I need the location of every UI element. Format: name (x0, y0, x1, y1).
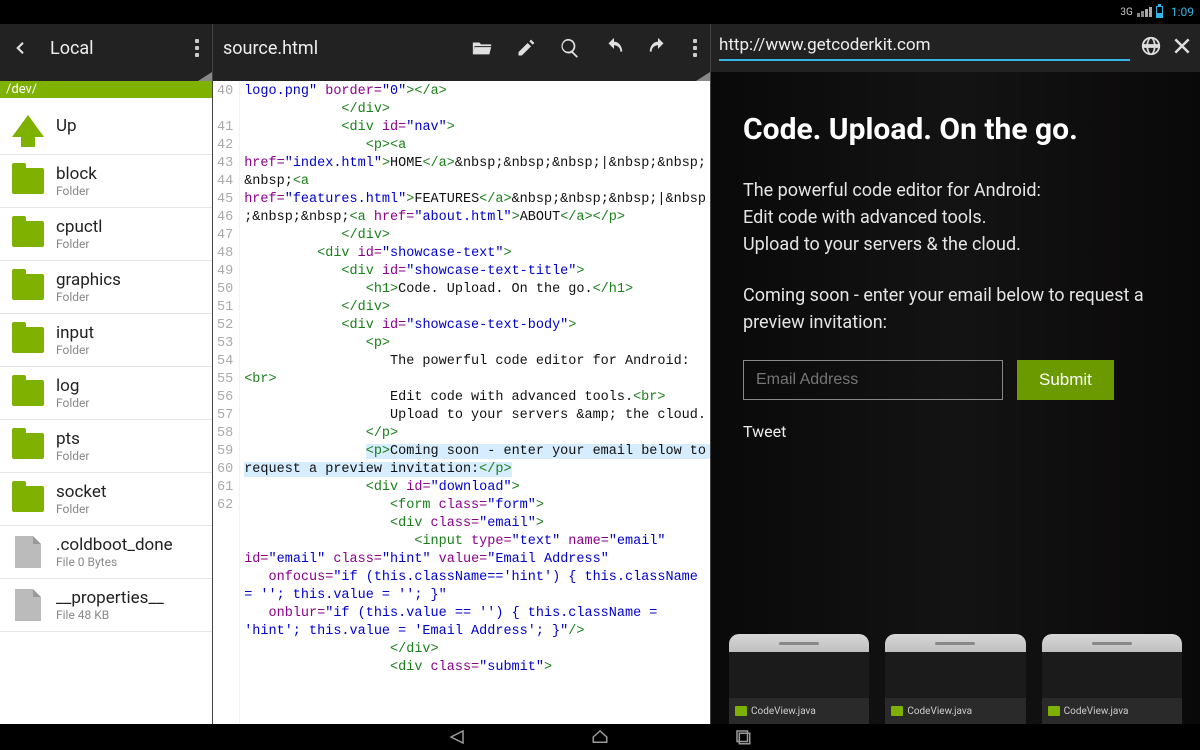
edit-button[interactable] (504, 24, 548, 72)
nav-home-icon[interactable] (588, 728, 612, 746)
list-item[interactable]: logFolder (0, 367, 212, 420)
file-browser-pane: Local /dev/ Up blockFolder cpuctlFolder … (0, 24, 212, 724)
close-icon (1172, 36, 1192, 56)
folder-icon (12, 327, 44, 353)
file-browser-title: Local (40, 38, 182, 59)
up-arrow-icon (12, 115, 44, 137)
email-field[interactable] (743, 360, 1003, 400)
chevron-left-icon (11, 39, 29, 57)
list-item[interactable]: graphicsFolder (0, 261, 212, 314)
preview-pane: http://www.getcoderkit.com Code. Upload.… (710, 24, 1200, 724)
list-item[interactable]: blockFolder (0, 155, 212, 208)
search-button[interactable] (548, 24, 592, 72)
file-browser-toolbar: Local (0, 24, 212, 72)
tweet-link[interactable]: Tweet (743, 422, 1168, 441)
tab-indicator (0, 72, 212, 81)
preview-url-bar: http://www.getcoderkit.com (711, 24, 1200, 72)
undo-icon (603, 37, 625, 59)
list-item[interactable]: ptsFolder (0, 420, 212, 473)
back-button[interactable] (0, 39, 40, 57)
preview-headline: Code. Upload. On the go. (743, 112, 1168, 147)
editor-toolbar: source.html (213, 24, 710, 72)
folder-icon (12, 380, 44, 406)
overflow-menu-button[interactable] (182, 39, 212, 57)
list-item[interactable]: inputFolder (0, 314, 212, 367)
open-button[interactable] (460, 24, 504, 72)
search-icon (559, 37, 581, 59)
folder-icon (735, 706, 747, 716)
redo-button[interactable] (636, 24, 680, 72)
pencil-icon (516, 38, 536, 58)
submit-button[interactable]: Submit (1017, 360, 1114, 400)
folder-icon (1048, 706, 1060, 716)
up-directory[interactable]: Up (0, 98, 212, 155)
preview-body-1: The powerful code editor for Android:Edi… (743, 177, 1168, 258)
globe-button[interactable] (1140, 35, 1162, 61)
list-item[interactable]: .coldboot_doneFile 0 Bytes (0, 526, 212, 579)
nav-back-icon[interactable] (446, 728, 468, 746)
close-preview-button[interactable] (1172, 36, 1192, 60)
folder-open-icon (471, 37, 493, 59)
signal-bars-icon (1137, 7, 1152, 17)
list-item[interactable]: __properties__File 48 KB (0, 579, 212, 632)
breadcrumb[interactable]: /dev/ (0, 81, 212, 98)
code-editor[interactable]: 4041424344454647484950515253545556575859… (213, 81, 710, 724)
folder-icon (12, 274, 44, 300)
battery-icon (1156, 6, 1163, 18)
nav-recents-icon[interactable] (732, 728, 754, 746)
file-list[interactable]: Up blockFolder cpuctlFolder graphicsFold… (0, 98, 212, 724)
android-nav-bar (0, 724, 1200, 750)
url-field[interactable]: http://www.getcoderkit.com (719, 35, 1130, 61)
file-icon (15, 536, 41, 568)
network-label: 3G (1120, 7, 1132, 18)
folder-icon (891, 706, 903, 716)
up-label: Up (56, 116, 77, 136)
editor-filename: source.html (213, 38, 460, 59)
clock: 1:09 (1171, 5, 1194, 19)
preview-body-2: Coming soon - enter your email below to … (743, 282, 1168, 336)
list-item[interactable]: cpuctlFolder (0, 208, 212, 261)
file-icon (15, 589, 41, 621)
code-content[interactable]: logo.png" border="0"></a> </div> <div id… (240, 81, 710, 724)
folder-icon (12, 168, 44, 194)
folder-icon (12, 433, 44, 459)
editor-tab-indicator (213, 72, 710, 81)
preview-content[interactable]: Code. Upload. On the go. The powerful co… (711, 72, 1200, 724)
editor-pane: source.html 4041424344454647484950515253… (212, 24, 710, 724)
list-item[interactable]: socketFolder (0, 473, 212, 526)
preview-phone-mockups: CodeView.java CodeView.java CodeView.jav… (711, 634, 1200, 724)
redo-icon (647, 37, 669, 59)
line-number-gutter: 4041424344454647484950515253545556575859… (213, 81, 240, 724)
folder-icon (12, 486, 44, 512)
android-status-bar: 3G 1:09 (0, 0, 1200, 24)
folder-icon (12, 221, 44, 247)
editor-overflow-button[interactable] (680, 39, 710, 57)
globe-icon (1140, 35, 1162, 57)
undo-button[interactable] (592, 24, 636, 72)
